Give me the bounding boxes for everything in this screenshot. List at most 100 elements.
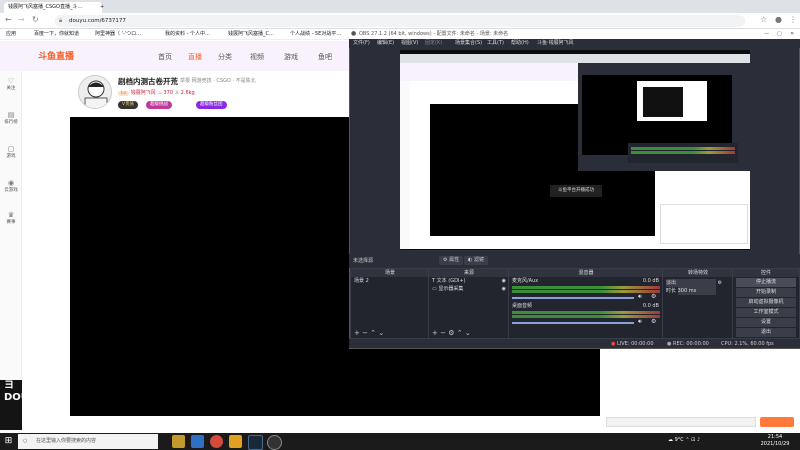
sidebar-item-follow[interactable]: ♡ 关注 xyxy=(0,77,22,91)
obs-status-bar: ● LIVE: 00:00:00 ● REC: 00:00:00 CPU: 2.… xyxy=(349,338,800,348)
taskbar-app-icon[interactable] xyxy=(172,435,185,448)
send-button[interactable] xyxy=(760,417,794,427)
sidebar-item-cloud-game[interactable]: ◉ 云游戏 xyxy=(0,179,22,193)
bookmark-baidu[interactable]: 百度一下，你就知道 xyxy=(34,29,79,40)
network-icon[interactable]: ⊡ xyxy=(691,437,695,443)
volume-slider[interactable] xyxy=(512,322,634,324)
chat-input[interactable] xyxy=(606,417,756,427)
fans-icon: ♙ xyxy=(174,90,180,96)
scene-item[interactable]: 场景 2 xyxy=(351,277,429,285)
forward-icon[interactable]: → xyxy=(18,15,25,24)
source-item[interactable]: T 文本 (GDI+) ◉ xyxy=(429,277,509,285)
sidebar-item-rank[interactable]: ▤ 排行榜 xyxy=(0,111,22,125)
file-explorer-icon[interactable] xyxy=(191,435,204,448)
bookmark-item[interactable]: 我的资料 - 个人中… xyxy=(165,29,210,40)
nav-category[interactable]: 分类 xyxy=(218,52,232,62)
streamer-name[interactable]: 钱展阿飞风 xyxy=(131,90,156,96)
vip-button[interactable]: V贵族 xyxy=(118,101,139,109)
bookmark-item[interactable]: 个人战绩 - 5E对战平… xyxy=(290,29,341,40)
add-icon[interactable]: + xyxy=(354,329,360,337)
obs-icon[interactable] xyxy=(267,435,282,450)
close-icon[interactable]: ✕ xyxy=(790,29,794,39)
avatar[interactable] xyxy=(78,75,112,109)
new-tab-button[interactable]: + xyxy=(96,2,116,13)
menu-view[interactable]: 视图(V) xyxy=(401,39,418,48)
gear-icon[interactable]: ⚙ xyxy=(718,280,722,286)
menu-dock[interactable]: 固定(K) xyxy=(425,39,442,48)
star-icon[interactable]: ☆ xyxy=(760,15,767,24)
menu-icon[interactable]: ⋮ xyxy=(789,15,797,24)
filters-button[interactable]: ◐ 滤镜 xyxy=(464,256,488,265)
properties-button[interactable]: ⚙ 属性 xyxy=(439,256,464,265)
virtual-camera-button[interactable]: 启动虚拟摄像机 xyxy=(736,298,796,307)
remove-icon[interactable]: − xyxy=(362,329,368,337)
nav-home[interactable]: 首页 xyxy=(158,52,172,62)
speaker-icon[interactable]: 🔊︎ xyxy=(638,318,642,326)
studio-mode-button[interactable]: 工作室模式 xyxy=(736,308,796,317)
nav-video[interactable]: 视频 xyxy=(250,52,264,62)
sidebar-item-events[interactable]: ♛ 赛事 xyxy=(0,211,22,225)
nav-games[interactable]: 游戏 xyxy=(284,52,298,62)
gear-icon[interactable]: ⚙ xyxy=(651,293,656,300)
duration-input[interactable]: 300 ms xyxy=(677,287,716,295)
sidebar-item-game[interactable]: ▢ 游戏 xyxy=(0,145,22,159)
settings-icon[interactable]: ⚙ xyxy=(448,329,454,337)
heat-icon: ♨ xyxy=(157,90,162,96)
source-item[interactable]: ▭ 显示器采集 ◉ xyxy=(429,285,509,293)
taskbar-clock[interactable]: 21:54 2021/10/29 xyxy=(757,434,793,448)
volume-slider[interactable] xyxy=(512,297,634,299)
bookmark-apps[interactable]: 应用 xyxy=(6,29,16,40)
rec-timer: REC: 00:00:00 xyxy=(672,341,709,347)
menu-edit[interactable]: 编辑(E) xyxy=(377,39,394,48)
menu-scene-collection[interactable]: 场景集合(S) xyxy=(455,39,482,48)
chrome-icon[interactable] xyxy=(210,435,223,448)
fan-club-button[interactable]: 超级粉丝团 xyxy=(196,101,227,109)
speaker-icon[interactable]: 🔊︎ xyxy=(638,293,642,301)
menu-tools[interactable]: 工具(T) xyxy=(487,39,504,48)
start-recording-button[interactable]: 开始录制 xyxy=(736,288,796,297)
windows-start-icon[interactable]: ⊞ xyxy=(0,433,17,450)
move-down-icon[interactable]: ⌄ xyxy=(378,329,384,337)
remove-icon[interactable]: − xyxy=(440,329,446,337)
stop-streaming-button[interactable]: 停止播流 xyxy=(736,278,796,287)
taskbar-search[interactable]: ○ 在这里输入你要搜索的内容 xyxy=(18,434,158,449)
bookmark-item[interactable]: 钱展阿飞风塞播_C… xyxy=(228,29,274,40)
reload-icon[interactable]: ↻ xyxy=(32,15,39,24)
sidebar-label: 云游戏 xyxy=(4,188,18,193)
volume-icon[interactable]: ♪ xyxy=(697,437,700,443)
maximize-icon[interactable]: ▢ xyxy=(777,29,782,39)
exit-button[interactable]: 退出 xyxy=(736,328,796,337)
challenge-button[interactable]: 超级挑战 xyxy=(146,101,172,109)
monitor-icon: ▭ xyxy=(432,286,437,292)
menu-douyu[interactable]: 斗鱼·钱展阿飞风 xyxy=(537,39,574,48)
address-bar[interactable]: 🔒︎ douyu.com/6737177 xyxy=(55,15,745,27)
menu-help[interactable]: 帮助(H) xyxy=(511,39,529,48)
steam-icon[interactable] xyxy=(248,435,263,450)
add-icon[interactable]: + xyxy=(432,329,438,337)
transition-select[interactable]: 淡出 ⚙ xyxy=(663,279,733,287)
nav-live[interactable]: 直播 xyxy=(188,52,202,62)
gear-icon[interactable]: ⚙ xyxy=(651,318,656,325)
minimize-icon[interactable]: — xyxy=(764,29,769,39)
move-down-icon[interactable]: ⌄ xyxy=(465,329,471,337)
nav-fishbar[interactable]: 鱼吧 xyxy=(318,52,332,62)
profile-icon[interactable]: ● xyxy=(775,15,782,24)
move-up-icon[interactable]: ⌃ xyxy=(457,329,463,337)
tray-up-icon[interactable]: ⌃ xyxy=(685,437,689,443)
mixer-channel-mic: 麦克风/Aux 0.0 dB xyxy=(509,277,663,285)
move-up-icon[interactable]: ⌃ xyxy=(370,329,376,337)
nested-obs xyxy=(578,63,750,171)
nested-panel xyxy=(660,204,748,244)
eye-icon[interactable]: ◉ xyxy=(502,277,506,285)
sidebar-label: 游戏 xyxy=(6,154,16,159)
taskbar-app-icon[interactable] xyxy=(229,435,242,448)
eye-icon[interactable]: ◉ xyxy=(502,285,506,293)
settings-button[interactable]: 设置 xyxy=(736,318,796,327)
tab-label: 钱展阿飞风塞播_CSGO直播_斗… xyxy=(8,4,83,10)
menu-file[interactable]: 文件(F) xyxy=(353,39,370,48)
browser-tab-active[interactable]: 钱展阿飞风塞播_CSGO直播_斗… xyxy=(4,2,102,13)
douyu-logo[interactable]: 斗鱼直播 xyxy=(38,49,74,62)
source-label: 显示器采集 xyxy=(438,286,464,292)
bookmark-item[interactable]: 阿里神器（ '-'つロ… xyxy=(95,29,141,40)
back-icon[interactable]: ← xyxy=(5,15,12,24)
